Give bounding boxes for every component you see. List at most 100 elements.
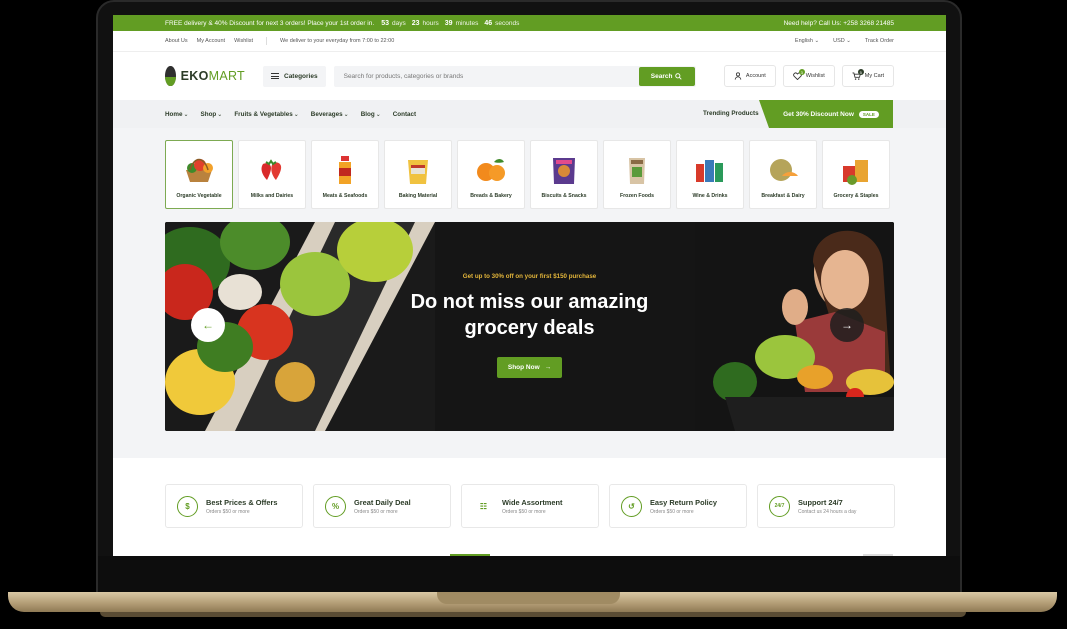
chevron-down-icon: ⌄ (814, 38, 820, 44)
currency-select[interactable]: USD ⌄ (833, 38, 851, 44)
feature-card: % Great Daily Deal Orders $50 or more (313, 484, 451, 528)
category-label: Frozen Foods (619, 193, 654, 199)
chevron-down-icon: ⌄ (846, 38, 851, 44)
arrow-left-icon: ← (202, 318, 214, 332)
about-us-link[interactable]: About Us (165, 38, 188, 44)
search-input[interactable]: Search for products, categories or brand… (333, 65, 696, 87)
chevron-down-icon: ⌄ (217, 111, 223, 118)
cart-button[interactable]: 5 My Cart (841, 65, 894, 87)
utility-bar: About Us My Account Wishlist We deliver … (113, 31, 946, 52)
track-order-link[interactable]: Track Order (865, 38, 894, 44)
nav-item-shop[interactable]: Shop⌄ (201, 111, 223, 118)
nav-item-contact[interactable]: Contact (393, 111, 416, 118)
nav-item-fruits-vegetables[interactable]: Fruits & Vegetables⌄ (234, 111, 298, 118)
feature-subtitle: Orders $50 or more (502, 508, 546, 515)
category-card[interactable]: Grocery & Staples (822, 140, 890, 209)
category-card[interactable]: Wine & Drinks (676, 140, 744, 209)
countdown-minutes: 39 (444, 19, 453, 27)
account-label: Account (745, 73, 766, 79)
promo-text: FREE delivery & 40% Discount for next 3 … (165, 19, 375, 27)
nav-item-home[interactable]: Home⌄ (165, 111, 189, 118)
wishlist-label: Wishlist (805, 73, 825, 79)
laptop-foot (100, 612, 966, 617)
hero-banner: Get up to 30% off on your first $150 pur… (165, 222, 894, 431)
shop-now-button[interactable]: Shop Now → (497, 357, 562, 378)
countdown-label: hours (422, 19, 439, 27)
site-header: EKOMART Categories Search for products, … (113, 52, 946, 100)
category-label: Wine & Drinks (692, 193, 728, 199)
category-card[interactable]: Organic Vegetable (165, 140, 233, 209)
sale-badge: SALE (858, 110, 879, 118)
feature-card: 24/7 Support 24/7 Contact us 24 hours a d… (757, 484, 895, 528)
category-card[interactable]: Milks and Dairies (238, 140, 306, 209)
section-tab-indicator (450, 554, 490, 556)
support-24-7-icon: 24/7 (769, 495, 790, 517)
feature-subtitle: Orders $50 or more (206, 508, 250, 515)
laptop-bezel (98, 556, 960, 592)
help-phone[interactable]: Need help? Call Us: +258 3268 21485 (784, 20, 894, 27)
my-account-link[interactable]: My Account (197, 38, 225, 44)
arrow-right-icon: → (544, 364, 552, 371)
strawberry-icon (261, 159, 282, 180)
countdown-days: 53 (381, 19, 389, 27)
categories-label: Categories (284, 72, 318, 80)
divider (266, 37, 268, 45)
category-label: Meats & Seafoods (322, 193, 368, 199)
main-nav: Home⌄ Shop⌄ Fruits & Vegetables⌄ Beverag… (113, 100, 946, 128)
language-select[interactable]: English ⌄ (795, 38, 819, 44)
delivery-hours: We deliver to your everyday from 7:00 to… (280, 38, 395, 44)
category-label: Breakfast & Dairy (761, 193, 805, 199)
search-placeholder: Search for products, categories or brand… (343, 72, 464, 80)
nav-item-blog[interactable]: Blog⌄ (361, 111, 381, 118)
promo-bar: FREE delivery & 40% Discount for next 3 … (113, 15, 946, 31)
features-section: $ Best Prices & Offers Orders $50 or more… (113, 458, 946, 556)
category-card[interactable]: Breads & Bakery (457, 140, 525, 209)
hero-headline-line: Do not miss our amazing (410, 291, 649, 313)
orange-icon (477, 159, 505, 181)
drinks-icon (696, 160, 723, 182)
category-label: Baking Material (398, 193, 438, 199)
nav-item-beverages[interactable]: Beverages⌄ (311, 111, 349, 118)
category-card[interactable]: Biscuits & Snacks (530, 140, 598, 209)
slider-dots (863, 554, 893, 556)
logo[interactable]: EKOMART (165, 66, 245, 86)
nav-label: Shop (200, 110, 217, 118)
wishlist-count-badge: 3 (798, 69, 805, 75)
melon-icon (770, 159, 798, 181)
currency-value: USD (833, 38, 845, 44)
category-card[interactable]: Baking Material (384, 140, 452, 209)
trending-products-link[interactable]: Trending Products (703, 110, 759, 117)
countdown-label: days (391, 19, 406, 27)
search-button-label: Search (650, 72, 673, 80)
category-label: Organic Vegetable (176, 193, 222, 199)
feature-card: $ Best Prices & Offers Orders $50 or more (165, 484, 303, 528)
category-card[interactable]: Frozen Foods (603, 140, 671, 209)
chevron-down-icon: ⌄ (183, 111, 189, 118)
slider-next-button[interactable]: → (830, 308, 864, 342)
feature-subtitle: Orders $50 or more (354, 508, 398, 515)
nav-label: Blog (360, 110, 375, 118)
category-list: Organic Vegetable Milks and Dairies Meat… (113, 128, 946, 209)
categories-button[interactable]: Categories (263, 65, 326, 87)
nav-label: Beverages (310, 110, 343, 118)
cart-count-badge: 5 (857, 69, 864, 75)
slider-prev-button[interactable]: ← (191, 308, 225, 342)
feature-title: Wide Assortment (502, 497, 563, 507)
assortment-icon: ☷ (479, 501, 488, 511)
category-card[interactable]: Meats & Seafoods (311, 140, 379, 209)
feature-card: ↺ Easy Return Policy Orders $50 or more (609, 484, 747, 528)
feature-title: Easy Return Policy (650, 497, 717, 507)
percent-icon: % (325, 495, 346, 517)
countdown-seconds: 46 (484, 19, 493, 27)
search-button[interactable]: Search (638, 66, 695, 86)
account-button[interactable]: Account (723, 65, 776, 87)
logo-light: MART (208, 69, 245, 83)
wishlist-button[interactable]: 3 Wishlist (782, 65, 835, 87)
category-card[interactable]: Breakfast & Dairy (749, 140, 817, 209)
feature-card: ☷ Wide Assortment Orders $50 or more (461, 484, 599, 528)
wishlist-link[interactable]: Wishlist (234, 38, 253, 44)
feature-subtitle: Contact us 24 hours a day (798, 508, 857, 515)
category-label: Breads & Bakery (470, 193, 512, 199)
feature-title: Great Daily Deal (354, 497, 411, 507)
discount-banner-button[interactable]: Get 30% Discount Now SALE (759, 100, 893, 128)
